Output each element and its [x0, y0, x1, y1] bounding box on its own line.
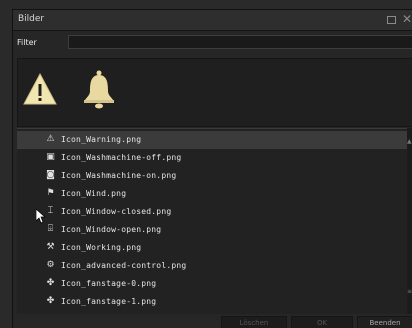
button-bar: Löschen OK Beenden — [13, 314, 412, 328]
title-bar[interactable]: Bilder ✕ — [13, 10, 412, 31]
list-item-label: Icon_Window-open.png — [61, 225, 162, 234]
delete-button[interactable]: Löschen — [221, 316, 287, 328]
window-open-icon: ⌹ — [47, 224, 54, 234]
window-closed-icon: ⌶ — [47, 206, 54, 216]
working-icon: ⚒ — [46, 242, 55, 252]
list-item[interactable]: ⚠ Icon_Warning.png — [17, 131, 407, 149]
list-item[interactable]: ⚙ Icon_advanced-control.png — [17, 257, 407, 275]
list-item-label: Icon_Window-closed.png — [61, 207, 172, 216]
list-item-label: Icon_Wind.png — [61, 189, 127, 198]
list-item[interactable]: ▣ Icon_Washmachine-off.png — [17, 149, 407, 167]
list-item[interactable]: ⚑ Icon_Wind.png — [17, 185, 407, 203]
scroll-up-icon[interactable]: ▲ — [407, 138, 412, 145]
icon-preview-area — [17, 58, 412, 127]
list-item[interactable]: ◙ Icon_Washmachine-on.png — [17, 167, 407, 185]
mouse-cursor-icon — [36, 209, 46, 224]
close-icon[interactable]: ✕ — [402, 12, 412, 26]
list-item[interactable]: ✤ Icon_fanstage-0.png — [17, 275, 407, 293]
window-title: Bilder — [18, 14, 45, 24]
list-item-label: Icon_fanstage-1.png — [61, 297, 157, 306]
list-item[interactable]: ⚒ Icon_Working.png — [17, 239, 407, 257]
fanstage-1-icon: ✤ — [46, 296, 55, 306]
list-item-label: Icon_Washmachine-off.png — [61, 153, 182, 162]
warning-icon: ⚠ — [46, 134, 55, 144]
warning-icon — [23, 72, 57, 105]
image-picker-dialog: Bilder ✕ Filter ⚠ Icon_Warning.png ▣ Ico… — [12, 9, 412, 328]
restore-icon[interactable] — [387, 16, 396, 24]
washmachine-off-icon: ▣ — [46, 152, 55, 162]
file-list[interactable]: ⚠ Icon_Warning.png ▣ Icon_Washmachine-of… — [17, 128, 407, 314]
list-item[interactable]: ✤ Icon_fanstage-1.png — [17, 293, 407, 311]
close-button[interactable]: Beenden — [357, 316, 412, 328]
list-item-label: Icon_Warning.png — [61, 135, 142, 144]
washmachine-on-icon: ◙ — [46, 170, 55, 180]
bell-icon — [84, 70, 114, 109]
filter-input[interactable] — [68, 35, 412, 49]
advanced-control-icon: ⚙ — [46, 260, 55, 270]
list-item-label: Icon_fanstage-0.png — [61, 279, 157, 288]
list-item-label: Icon_Working.png — [61, 243, 142, 252]
list-item[interactable]: ⌹ Icon_Window-open.png — [17, 221, 407, 239]
filter-label: Filter — [17, 38, 37, 47]
wind-icon: ⚑ — [46, 188, 55, 198]
list-item[interactable]: ⌶ Icon_Window-closed.png — [17, 203, 407, 221]
filter-row: Filter — [13, 32, 412, 54]
ok-button[interactable]: OK — [291, 316, 353, 328]
fanstage-0-icon: ✤ — [46, 278, 55, 288]
list-item-label: Icon_Washmachine-on.png — [61, 171, 177, 180]
list-scrollbar[interactable]: ▲ ≡ — [407, 128, 412, 314]
scroll-down-icon[interactable]: ≡ — [407, 288, 412, 295]
list-item-label: Icon_advanced-control.png — [61, 261, 187, 270]
